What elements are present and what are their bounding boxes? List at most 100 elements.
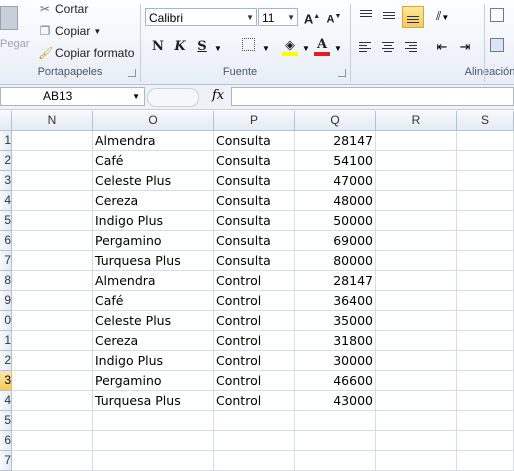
- cell-q8[interactable]: 28147: [295, 271, 376, 291]
- cell-o12[interactable]: Indigo Plus: [93, 351, 214, 371]
- cell-r12[interactable]: [376, 351, 457, 371]
- fill-color-button[interactable]: ◈: [280, 35, 300, 56]
- cell-n7[interactable]: [12, 251, 93, 271]
- column-header-q[interactable]: Q: [295, 111, 376, 131]
- row-header-11[interactable]: 1: [0, 331, 12, 351]
- chevron-down-icon[interactable]: ▼: [93, 27, 101, 36]
- cell-r6[interactable]: [376, 231, 457, 251]
- cell-r17[interactable]: [376, 451, 457, 471]
- chevron-down-icon[interactable]: ▼: [302, 44, 310, 53]
- cell-o6[interactable]: Pergamino: [93, 231, 214, 251]
- cell-s8[interactable]: [457, 271, 514, 291]
- cell-o15[interactable]: [93, 411, 214, 431]
- cell-p2[interactable]: Consulta: [214, 151, 295, 171]
- cell-n13[interactable]: [12, 371, 93, 391]
- cell-r4[interactable]: [376, 191, 457, 211]
- clipboard-dialog-launcher-icon[interactable]: [128, 69, 136, 77]
- column-header-r[interactable]: R: [376, 111, 457, 131]
- row-header-12[interactable]: 2: [0, 351, 12, 371]
- cell-q17[interactable]: [295, 451, 376, 471]
- cell-r15[interactable]: [376, 411, 457, 431]
- row-header-8[interactable]: 8: [0, 271, 12, 291]
- merge-center-button[interactable]: [490, 38, 514, 56]
- cell-q4[interactable]: 48000: [295, 191, 376, 211]
- row-header-2[interactable]: 2: [0, 151, 12, 171]
- font-dialog-launcher-icon[interactable]: [338, 69, 346, 77]
- row-header-1[interactable]: 1: [0, 131, 12, 151]
- cell-p13[interactable]: Control: [214, 371, 295, 391]
- cell-r13[interactable]: [376, 371, 457, 391]
- cell-n8[interactable]: [12, 271, 93, 291]
- borders-button[interactable]: [238, 37, 258, 57]
- chevron-down-icon[interactable]: ▼: [132, 88, 140, 105]
- copy-button[interactable]: ❐ Copiar ▼: [38, 24, 102, 38]
- row-header-16[interactable]: 6: [0, 431, 12, 451]
- row-header-9[interactable]: 9: [0, 291, 12, 311]
- cell-p12[interactable]: Control: [214, 351, 295, 371]
- cell-o14[interactable]: Turquesa Plus: [93, 391, 214, 411]
- align-top-button[interactable]: [356, 6, 376, 26]
- cell-r9[interactable]: [376, 291, 457, 311]
- cell-s12[interactable]: [457, 351, 514, 371]
- cell-s10[interactable]: [457, 311, 514, 331]
- cell-q11[interactable]: 31800: [295, 331, 376, 351]
- cell-s13[interactable]: [457, 371, 514, 391]
- cell-s15[interactable]: [457, 411, 514, 431]
- cell-n4[interactable]: [12, 191, 93, 211]
- cell-r2[interactable]: [376, 151, 457, 171]
- column-header-n[interactable]: N: [12, 111, 93, 131]
- cell-p8[interactable]: Control: [214, 271, 295, 291]
- chevron-down-icon[interactable]: ▼: [214, 44, 222, 53]
- cell-q15[interactable]: [295, 411, 376, 431]
- cell-q2[interactable]: 54100: [295, 151, 376, 171]
- grow-font-button[interactable]: A▲: [302, 7, 322, 27]
- italic-button[interactable]: K: [170, 37, 190, 57]
- formula-bar-resize-handle[interactable]: [147, 88, 199, 107]
- row-header-14[interactable]: 4: [0, 391, 12, 411]
- cell-s9[interactable]: [457, 291, 514, 311]
- cell-n17[interactable]: [12, 451, 93, 471]
- cell-o5[interactable]: Indigo Plus: [93, 211, 214, 231]
- cell-n12[interactable]: [12, 351, 93, 371]
- cell-n1[interactable]: [12, 131, 93, 151]
- cell-p6[interactable]: Consulta: [214, 231, 295, 251]
- decrease-indent-button[interactable]: ⇤: [432, 37, 452, 57]
- cell-n2[interactable]: [12, 151, 93, 171]
- row-header-10[interactable]: 0: [0, 311, 12, 331]
- cell-q6[interactable]: 69000: [295, 231, 376, 251]
- cell-o13[interactable]: Pergamino: [93, 371, 214, 391]
- cell-p16[interactable]: [214, 431, 295, 451]
- cell-n14[interactable]: [12, 391, 93, 411]
- cell-s7[interactable]: [457, 251, 514, 271]
- cell-p17[interactable]: [214, 451, 295, 471]
- wrap-text-button[interactable]: [490, 8, 514, 26]
- cell-r8[interactable]: [376, 271, 457, 291]
- cell-r1[interactable]: [376, 131, 457, 151]
- orientation-button[interactable]: ⫽▼: [436, 6, 462, 26]
- cell-p15[interactable]: [214, 411, 295, 431]
- increase-indent-button[interactable]: ⇥: [455, 37, 475, 57]
- cell-p11[interactable]: Control: [214, 331, 295, 351]
- select-all-corner[interactable]: [0, 111, 12, 131]
- row-header-6[interactable]: 6: [0, 231, 12, 251]
- cell-n5[interactable]: [12, 211, 93, 231]
- cell-q1[interactable]: 28147: [295, 131, 376, 151]
- cell-p7[interactable]: Consulta: [214, 251, 295, 271]
- formula-input[interactable]: [231, 87, 514, 106]
- cell-o11[interactable]: Cereza: [93, 331, 214, 351]
- column-header-p[interactable]: P: [214, 111, 295, 131]
- cell-s14[interactable]: [457, 391, 514, 411]
- cell-o8[interactable]: Almendra: [93, 271, 214, 291]
- chevron-down-icon[interactable]: ▼: [334, 44, 342, 53]
- cell-p10[interactable]: Control: [214, 311, 295, 331]
- cut-button[interactable]: ✂ Cortar: [38, 2, 88, 16]
- cell-n15[interactable]: [12, 411, 93, 431]
- cell-p1[interactable]: Consulta: [214, 131, 295, 151]
- row-header-3[interactable]: 3: [0, 171, 12, 191]
- cell-o16[interactable]: [93, 431, 214, 451]
- shrink-font-button[interactable]: A▼: [324, 7, 344, 27]
- column-header-s[interactable]: S: [457, 111, 514, 131]
- cell-s2[interactable]: [457, 151, 514, 171]
- cell-q10[interactable]: 35000: [295, 311, 376, 331]
- cell-n6[interactable]: [12, 231, 93, 251]
